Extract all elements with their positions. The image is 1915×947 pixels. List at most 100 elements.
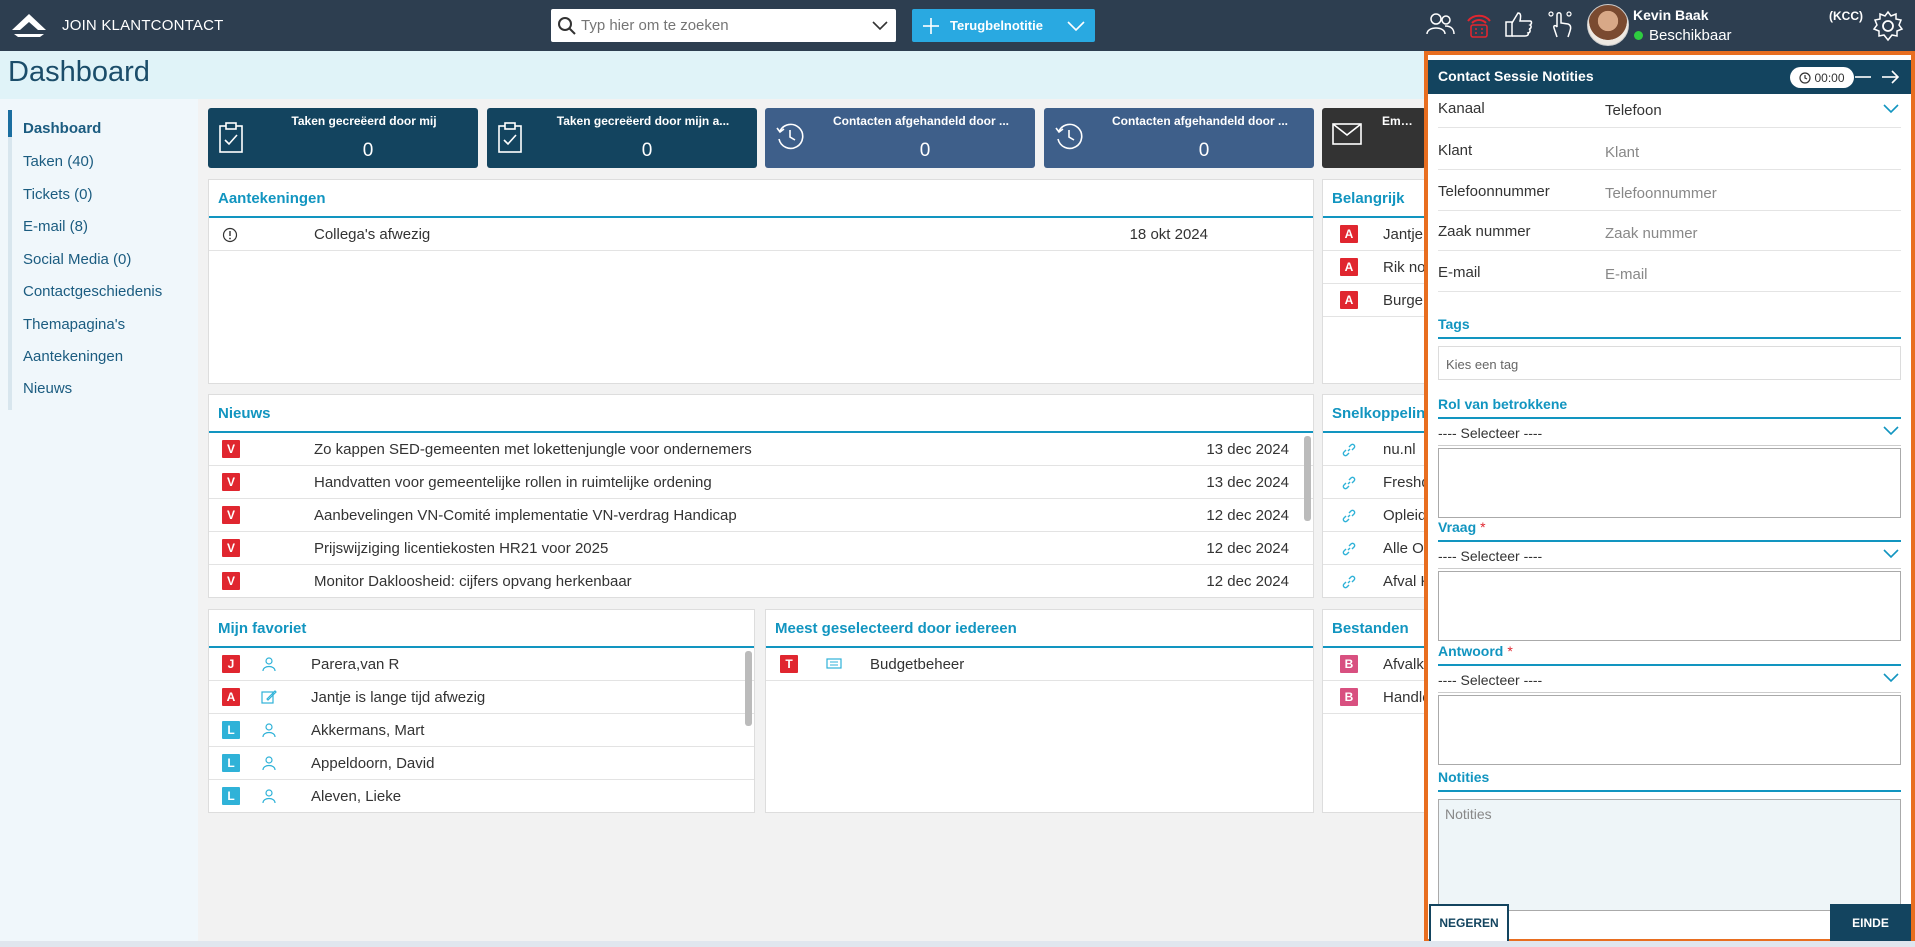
user-status[interactable]: Beschikbaar bbox=[1634, 27, 1732, 44]
terugbelnotitie-button[interactable]: Terugbelnotitie bbox=[912, 9, 1095, 42]
favorite-item[interactable]: L Akkermans, Mart bbox=[209, 714, 754, 747]
scrollbar[interactable] bbox=[745, 651, 752, 726]
news-item[interactable]: V Handvatten voor gemeentelijke rollen in… bbox=[209, 466, 1313, 499]
info-icon bbox=[222, 227, 238, 243]
rol-select[interactable]: ---- Selecteer ---- bbox=[1438, 422, 1901, 446]
tile-value: 0 bbox=[919, 140, 931, 161]
favorite-item[interactable]: L Appeldoorn, David bbox=[209, 747, 754, 780]
scrollbar[interactable] bbox=[1304, 436, 1311, 521]
favorite-item[interactable]: L Aleven, Lieke bbox=[209, 780, 754, 812]
panel-title[interactable]: Bestanden bbox=[1332, 620, 1409, 637]
collapse-arrow-icon[interactable] bbox=[1881, 68, 1901, 86]
search-input[interactable] bbox=[581, 10, 872, 41]
favorite-item[interactable]: A Jantje is lange tijd afwezig bbox=[209, 681, 754, 714]
sidebar-item-social-media[interactable]: Social Media (0) bbox=[23, 251, 131, 268]
badge-icon: A bbox=[1340, 225, 1358, 243]
sidebar-item-dashboard[interactable]: Dashboard bbox=[23, 120, 101, 137]
negeren-button[interactable]: NEGEREN bbox=[1429, 904, 1509, 943]
file-item[interactable]: B Handlei bbox=[1323, 681, 1428, 714]
plus-icon bbox=[923, 17, 939, 34]
sidebar-track bbox=[8, 110, 12, 410]
favorite-item[interactable]: J Parera,van R bbox=[209, 648, 754, 681]
vraag-textarea[interactable] bbox=[1438, 571, 1901, 641]
list-item[interactable]: Collega's afwezig 18 okt 2024 bbox=[209, 218, 1313, 251]
zaak-nummer-input[interactable]: Zaak nummer bbox=[1605, 225, 1698, 242]
news-item[interactable]: V Prijswijziging licentiekosten HR21 voor… bbox=[209, 532, 1313, 565]
telefoonnummer-input[interactable]: Telefoonnummer bbox=[1605, 185, 1717, 202]
panel-title[interactable]: Snelkoppelinge bbox=[1332, 405, 1428, 422]
link-item[interactable]: Alle Opl bbox=[1323, 532, 1428, 565]
field-telefoonnummer[interactable]: Telefoonnummer Telefoonnummer bbox=[1438, 177, 1901, 211]
rol-textarea[interactable] bbox=[1438, 448, 1901, 518]
link-item[interactable]: Afval Ka bbox=[1323, 565, 1428, 597]
einde-button[interactable]: EINDE bbox=[1830, 904, 1911, 943]
chevron-down-icon[interactable] bbox=[872, 20, 888, 31]
hand-pointer-icon[interactable] bbox=[1545, 9, 1575, 39]
link-icon bbox=[1342, 443, 1356, 457]
sidebar-item-taken[interactable]: Taken (40) bbox=[23, 153, 94, 170]
news-item[interactable]: V Monitor Dakloosheid: cijfers opvang her… bbox=[209, 565, 1313, 597]
top-bar: JOIN KLANTCONTACT Terugbelnotitie Kevin … bbox=[0, 0, 1915, 51]
chevron-down-icon[interactable] bbox=[1067, 20, 1085, 31]
link-item[interactable]: nu.nl bbox=[1323, 433, 1428, 466]
global-search[interactable] bbox=[551, 9, 896, 42]
tile-contacten-1[interactable]: Contacten afgehandeld door ... 0 bbox=[765, 108, 1035, 168]
panel-title[interactable]: Meest geselecteerd door iedereen bbox=[775, 620, 1017, 637]
tag-input[interactable]: Kies een tag bbox=[1438, 346, 1901, 380]
field-kanaal[interactable]: Kanaal Telefoon bbox=[1438, 94, 1901, 128]
sidebar-item-contactgeschiedenis[interactable]: Contactgeschiedenis bbox=[23, 283, 162, 300]
list-item[interactable]: A Jantje is bbox=[1323, 218, 1428, 251]
link-icon bbox=[1342, 476, 1356, 490]
antwoord-select[interactable]: ---- Selecteer ---- bbox=[1438, 669, 1901, 693]
sidebar-item-email[interactable]: E-mail (8) bbox=[23, 218, 88, 235]
field-label: E-mail bbox=[1438, 264, 1481, 281]
news-item[interactable]: V Aanbevelingen VN-Comité implementatie V… bbox=[209, 499, 1313, 532]
sidebar-item-themapaginas[interactable]: Themapagina's bbox=[23, 316, 125, 333]
users-icon[interactable] bbox=[1425, 9, 1455, 39]
favorite-text: Akkermans, Mart bbox=[311, 722, 425, 739]
sidebar-item-aantekeningen[interactable]: Aantekeningen bbox=[23, 348, 123, 365]
tile-taken-afdeling[interactable]: Taken gecreëerd door mijn a... 0 bbox=[487, 108, 757, 168]
link-item[interactable]: Opleidin bbox=[1323, 499, 1428, 532]
list-item[interactable]: A Burgem bbox=[1323, 284, 1428, 317]
panel-meest-geselecteerd: Meest geselecteerd door iedereen T Budget… bbox=[765, 609, 1314, 813]
news-item[interactable]: V Zo kappen SED-gemeenten met lokettenjun… bbox=[209, 433, 1313, 466]
panel-title[interactable]: Nieuws bbox=[218, 405, 271, 422]
user-menu[interactable] bbox=[1587, 4, 1629, 46]
tile-contacten-2[interactable]: Contacten afgehandeld door ... 0 bbox=[1044, 108, 1314, 168]
tile-title: Taken gecreëerd door mij bbox=[291, 114, 437, 128]
field-email[interactable]: E-mail E-mail bbox=[1438, 258, 1901, 292]
app-logo[interactable]: JOIN KLANTCONTACT bbox=[10, 12, 223, 38]
file-item[interactable]: B Afvalkal bbox=[1323, 648, 1428, 681]
avatar[interactable] bbox=[1587, 4, 1629, 46]
list-item[interactable]: T Budgetbeheer bbox=[766, 648, 1313, 681]
field-zaak-nummer[interactable]: Zaak nummer Zaak nummer bbox=[1438, 217, 1901, 251]
field-klant[interactable]: Klant Klant bbox=[1438, 136, 1901, 170]
tile-title: Emails bbox=[1382, 114, 1421, 128]
news-date: 12 dec 2024 bbox=[1206, 540, 1289, 557]
chevron-down-icon[interactable] bbox=[1883, 104, 1899, 114]
klant-input[interactable]: Klant bbox=[1605, 144, 1639, 161]
sidebar-item-nieuws[interactable]: Nieuws bbox=[23, 380, 72, 397]
gear-icon[interactable] bbox=[1872, 10, 1904, 42]
antwoord-textarea[interactable] bbox=[1438, 695, 1901, 765]
list-item[interactable]: A Rik nobi bbox=[1323, 251, 1428, 284]
notities-textarea[interactable]: Notities bbox=[1438, 799, 1901, 911]
sidebar-item-tickets[interactable]: Tickets (0) bbox=[23, 186, 92, 203]
email-input[interactable]: E-mail bbox=[1605, 266, 1648, 283]
phone-status-icon[interactable] bbox=[1465, 9, 1493, 39]
link-item[interactable]: Freshde bbox=[1323, 466, 1428, 499]
tile-taken-mij[interactable]: Taken gecreëerd door mij 0 bbox=[208, 108, 478, 168]
kanaal-select[interactable]: Telefoon bbox=[1605, 102, 1662, 119]
vraag-select[interactable]: ---- Selecteer ---- bbox=[1438, 545, 1901, 569]
panel-title[interactable]: Aantekeningen bbox=[218, 190, 326, 207]
antwoord-label: Antwoord bbox=[1438, 643, 1504, 659]
panel-title[interactable]: Belangrijk bbox=[1332, 190, 1405, 207]
page-title: Dashboard bbox=[8, 56, 150, 88]
panel-title[interactable]: Mijn favoriet bbox=[218, 620, 306, 637]
section-title: Antwoord * bbox=[1438, 643, 1513, 659]
thumbs-up-icon[interactable] bbox=[1504, 9, 1534, 39]
rol-section: Rol van betrokkene bbox=[1438, 393, 1901, 419]
minimize-icon[interactable] bbox=[1854, 71, 1872, 83]
tile-emails[interactable]: Emails bbox=[1322, 108, 1426, 168]
